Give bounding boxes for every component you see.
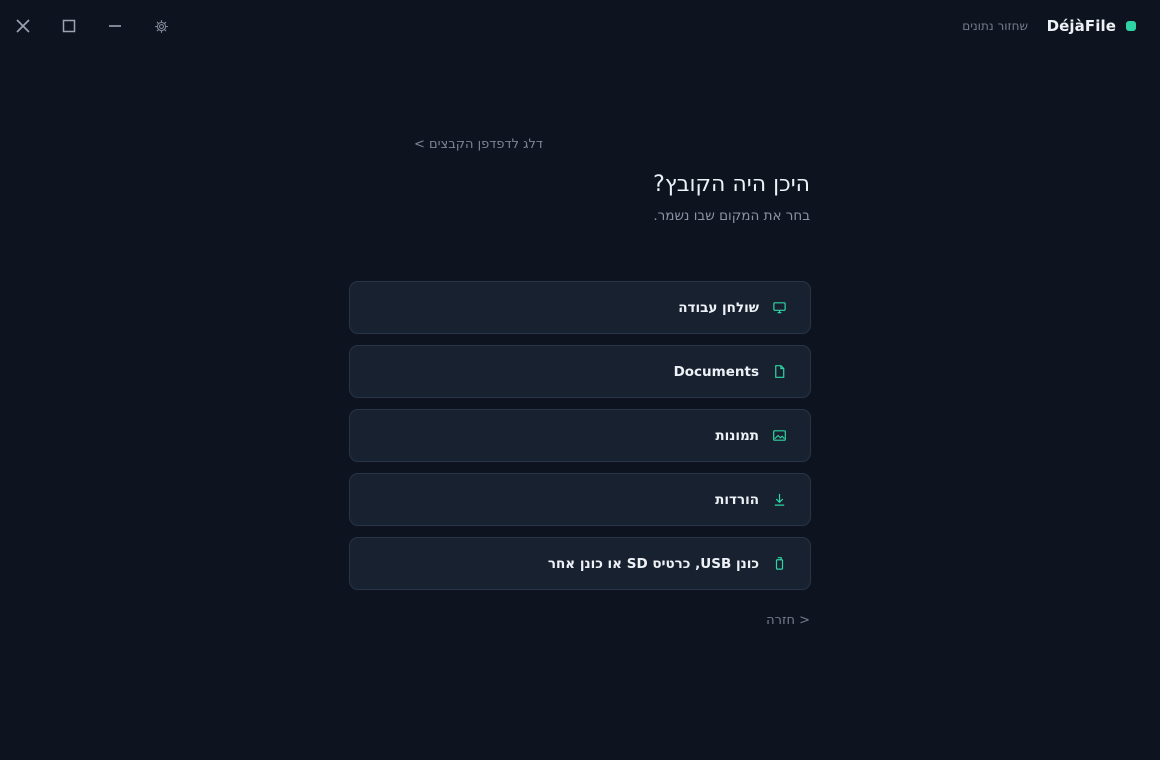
- page-subtitle: בחר את המקום שבו נשמר.: [653, 208, 810, 224]
- brand: DéjàFile: [1047, 17, 1136, 35]
- settings-button[interactable]: [150, 15, 172, 37]
- close-button[interactable]: [12, 15, 34, 37]
- location-desktop[interactable]: שולחן עבודה: [349, 281, 811, 334]
- monitor-icon: [770, 299, 788, 317]
- close-icon: [16, 19, 30, 33]
- location-label: כונן USB, כרטיס SD או כונן אחר: [547, 555, 759, 572]
- location-label: Documents: [673, 363, 759, 380]
- document-icon: [770, 363, 788, 381]
- location-external-drive[interactable]: כונן USB, כרטיס SD או כונן אחר: [349, 537, 811, 590]
- location-downloads[interactable]: הורדות: [349, 473, 811, 526]
- location-documents[interactable]: Documents: [349, 345, 811, 398]
- skip-to-file-browser-link[interactable]: דלג לדפדפן הקבצים >: [414, 137, 543, 152]
- location-label: הורדות: [715, 491, 759, 508]
- location-list: שולחן עבודה Documents תמונות הורדות כונן…: [349, 281, 811, 601]
- gear-icon: [154, 19, 168, 33]
- page-title: היכן היה הקובץ?: [653, 172, 810, 197]
- restore-data-link[interactable]: שחזור נתונים: [962, 19, 1028, 33]
- status-dot: [1126, 21, 1136, 31]
- usb-drive-icon: [770, 555, 788, 573]
- download-icon: [770, 491, 788, 509]
- minimize-icon: [109, 25, 121, 27]
- app-name: DéjàFile: [1046, 17, 1116, 35]
- location-pictures[interactable]: תמונות: [349, 409, 811, 462]
- image-icon: [770, 427, 788, 445]
- minimize-button[interactable]: [104, 15, 126, 37]
- location-label: שולחן עבודה: [678, 299, 759, 316]
- title-bar: שחזור נתונים DéjàFile: [0, 0, 1160, 54]
- maximize-button[interactable]: [58, 15, 80, 37]
- location-label: תמונות: [715, 427, 759, 444]
- back-link[interactable]: < חזרה: [766, 613, 810, 628]
- maximize-icon: [62, 19, 76, 33]
